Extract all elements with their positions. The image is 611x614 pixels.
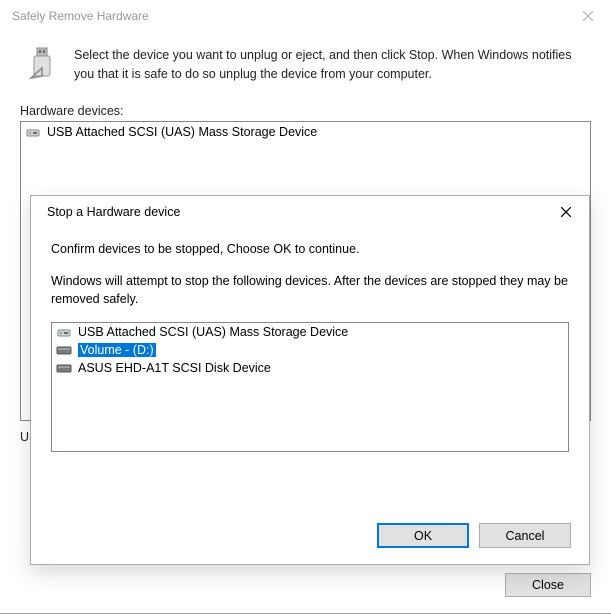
- usb-controller-icon: [56, 324, 72, 340]
- main-titlebar: Safely Remove Hardware: [0, 0, 611, 32]
- modal-button-row: OK Cancel: [377, 523, 571, 548]
- stop-device-row[interactable]: USB Attached SCSI (UAS) Mass Storage Dev…: [52, 323, 568, 341]
- stop-device-label: ASUS EHD-A1T SCSI Disk Device: [78, 361, 271, 375]
- main-close-action-button[interactable]: Close: [505, 573, 591, 597]
- close-icon: [561, 207, 571, 217]
- usb-big-icon: [28, 46, 56, 84]
- main-close-button[interactable]: [565, 0, 611, 32]
- modal-close-button[interactable]: [543, 196, 589, 228]
- modal-titlebar: Stop a Hardware device: [31, 196, 589, 228]
- usb-controller-icon: [25, 124, 41, 140]
- hardware-devices-label: Hardware devices:: [0, 98, 611, 121]
- device-label: USB Attached SCSI (UAS) Mass Storage Dev…: [47, 125, 317, 139]
- confirm-text: Confirm devices to be stopped, Choose OK…: [51, 240, 569, 258]
- device-row[interactable]: USB Attached SCSI (UAS) Mass Storage Dev…: [21, 122, 590, 142]
- stop-device-label: Volume - (D:): [78, 343, 156, 357]
- drive-icon: [56, 360, 72, 376]
- drive-icon: [56, 342, 72, 358]
- stop-device-row[interactable]: Volume - (D:): [52, 341, 568, 359]
- attempt-text: Windows will attempt to stop the followi…: [51, 272, 569, 308]
- stop-hardware-dialog: Stop a Hardware device Confirm devices t…: [30, 195, 590, 565]
- description-row: Select the device you want to unplug or …: [0, 32, 611, 98]
- close-icon: [583, 11, 593, 21]
- modal-body: Confirm devices to be stopped, Choose OK…: [31, 228, 589, 464]
- stop-device-row[interactable]: ASUS EHD-A1T SCSI Disk Device: [52, 359, 568, 377]
- modal-window-title: Stop a Hardware device: [43, 205, 543, 219]
- description-text: Select the device you want to unplug or …: [74, 46, 591, 84]
- cancel-button[interactable]: Cancel: [479, 523, 571, 548]
- main-window-title: Safely Remove Hardware: [12, 9, 565, 23]
- stop-devices-listbox[interactable]: USB Attached SCSI (UAS) Mass Storage Dev…: [51, 322, 569, 452]
- main-button-row: Close: [505, 573, 591, 597]
- stop-device-label: USB Attached SCSI (UAS) Mass Storage Dev…: [78, 325, 348, 339]
- ok-button[interactable]: OK: [377, 523, 469, 548]
